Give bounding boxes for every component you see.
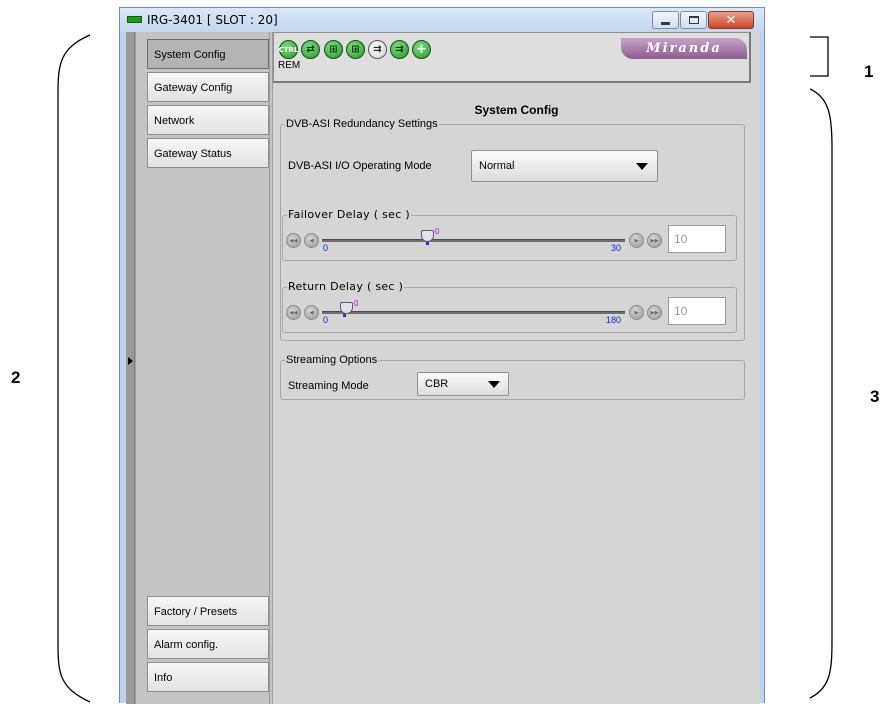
- sidebar-item-alarm-config[interactable]: Alarm config.: [147, 629, 269, 659]
- operating-mode-select[interactable]: Normal: [471, 150, 658, 182]
- sidebar-item-network[interactable]: Network: [147, 105, 269, 135]
- chevron-down-icon: [636, 163, 648, 170]
- failover-delay-slider-track[interactable]: [322, 239, 625, 242]
- sidebar-item-label: Gateway Status: [154, 148, 232, 160]
- next-icon: ▶: [634, 310, 639, 316]
- sidebar-item-label: System Config: [154, 49, 226, 61]
- maximize-button[interactable]: [680, 11, 707, 29]
- minimize-button[interactable]: [652, 11, 679, 29]
- prev-icon: ◀: [309, 310, 314, 316]
- group-legend: Return Delay ( sec ): [288, 280, 404, 293]
- streaming-mode-label: Streaming Mode: [288, 380, 369, 392]
- rem-label: REM: [278, 60, 301, 71]
- next-button[interactable]: ▶: [629, 233, 644, 248]
- network-icon[interactable]: ⊞: [324, 40, 343, 59]
- operating-mode-label: DVB-ASI I/O Operating Mode: [288, 160, 432, 172]
- sidebar-item-label: Info: [154, 672, 173, 684]
- slider-min-label: 0: [323, 243, 329, 253]
- slider-value-marker: [343, 314, 346, 317]
- next-button[interactable]: ▶: [629, 305, 644, 320]
- status-led-icon: [127, 16, 142, 23]
- ctrl-label: CTRL: [278, 45, 299, 54]
- return-delay-input[interactable]: 10: [668, 297, 726, 325]
- window-title: IRG-3401 [ SLOT : 20]: [147, 13, 278, 27]
- failover-delay-group: Failover Delay ( sec ) ◀◀ ◀ 0 0 30 ▶ ▶▶ …: [282, 209, 737, 261]
- callout-bracket-1: [810, 36, 829, 77]
- navigation-sidebar: System Config Gateway Config Network Gat…: [136, 32, 273, 704]
- first-button[interactable]: ◀◀: [286, 233, 301, 248]
- last-icon: ▶▶: [650, 238, 659, 244]
- streaming-mode-select[interactable]: CBR: [417, 372, 509, 396]
- minimize-icon: [661, 21, 670, 25]
- first-button[interactable]: ◀◀: [286, 305, 301, 320]
- miranda-logo: Miranda: [621, 38, 747, 59]
- app-window: IRG-3401 [ SLOT : 20] ✕ System Config Ga…: [119, 7, 765, 704]
- last-button[interactable]: ▶▶: [647, 305, 662, 320]
- sidebar-item-label: Alarm config.: [154, 639, 219, 651]
- next-icon: ▶: [634, 238, 639, 244]
- window-client-area: System Config Gateway Config Network Gat…: [126, 32, 760, 704]
- slider-min-label: 0: [323, 315, 329, 325]
- callout-bracket-3: [809, 88, 833, 699]
- return-delay-group: Return Delay ( sec ) ◀◀ ◀ 0 0 180 ▶ ▶▶ 1…: [282, 281, 737, 333]
- callout-number-1: 1: [864, 62, 874, 81]
- callout-number-3: 3: [870, 387, 880, 406]
- slider-max-label: 30: [611, 243, 622, 253]
- network-icon[interactable]: ⊞: [346, 40, 365, 59]
- select-value: CBR: [425, 378, 449, 390]
- sidebar-item-system-config[interactable]: System Config: [147, 39, 269, 69]
- group-legend: Streaming Options: [286, 354, 378, 366]
- select-value: Normal: [479, 160, 515, 172]
- failover-delay-input[interactable]: 10: [668, 225, 726, 253]
- sidebar-item-factory-presets[interactable]: Factory / Presets: [147, 596, 269, 626]
- prev-button[interactable]: ◀: [304, 305, 319, 320]
- output-icon[interactable]: ⇉: [390, 40, 409, 59]
- input-icon[interactable]: ⇉: [368, 40, 387, 59]
- add-icon[interactable]: +: [412, 40, 431, 59]
- sidebar-item-label: Factory / Presets: [154, 606, 238, 618]
- close-icon: ✕: [725, 12, 737, 28]
- prev-icon: ◀: [309, 238, 314, 244]
- callout-number-2: 2: [11, 368, 21, 387]
- slider-max-label: 180: [606, 315, 622, 325]
- prev-button[interactable]: ◀: [304, 233, 319, 248]
- last-button[interactable]: ▶▶: [647, 233, 662, 248]
- sidebar-item-gateway-status[interactable]: Gateway Status: [147, 138, 269, 168]
- sidebar-item-info[interactable]: Info: [147, 662, 269, 692]
- close-button[interactable]: ✕: [708, 11, 754, 29]
- ctrl-icon[interactable]: CTRL: [279, 40, 298, 59]
- slider-current-value: 0: [435, 227, 440, 236]
- first-icon: ◀◀: [289, 238, 298, 244]
- page-title: System Config: [474, 103, 559, 117]
- status-icon-bar: CTRL REM ⇄ ⊞ ⊞ ⇉ ⇉ + Miranda: [273, 32, 751, 83]
- streaming-options-group: Streaming Options Streaming Mode CBR: [280, 354, 745, 400]
- expand-arrow-icon: [128, 357, 133, 365]
- first-icon: ◀◀: [289, 310, 298, 316]
- panel-collapse-strip[interactable]: [126, 32, 135, 704]
- return-delay-slider-track[interactable]: [322, 311, 625, 314]
- group-legend: Failover Delay ( sec ): [288, 208, 410, 221]
- slider-current-value: 0: [354, 299, 359, 308]
- callout-bracket-2: [57, 34, 91, 703]
- chevron-down-icon: [488, 381, 500, 388]
- main-panel: CTRL REM ⇄ ⊞ ⊞ ⇉ ⇉ + Miranda System Conf…: [273, 32, 760, 704]
- sidebar-item-label: Network: [154, 115, 195, 127]
- title-bar[interactable]: IRG-3401 [ SLOT : 20] ✕: [120, 8, 764, 32]
- sidebar-item-gateway-config[interactable]: Gateway Config: [147, 72, 269, 102]
- slider-value-marker: [426, 242, 429, 245]
- last-icon: ▶▶: [650, 310, 659, 316]
- maximize-icon: [688, 16, 699, 24]
- sidebar-item-label: Gateway Config: [154, 82, 233, 94]
- signal-icon[interactable]: ⇄: [301, 40, 320, 59]
- group-legend: DVB-ASI Redundancy Settings: [286, 118, 438, 130]
